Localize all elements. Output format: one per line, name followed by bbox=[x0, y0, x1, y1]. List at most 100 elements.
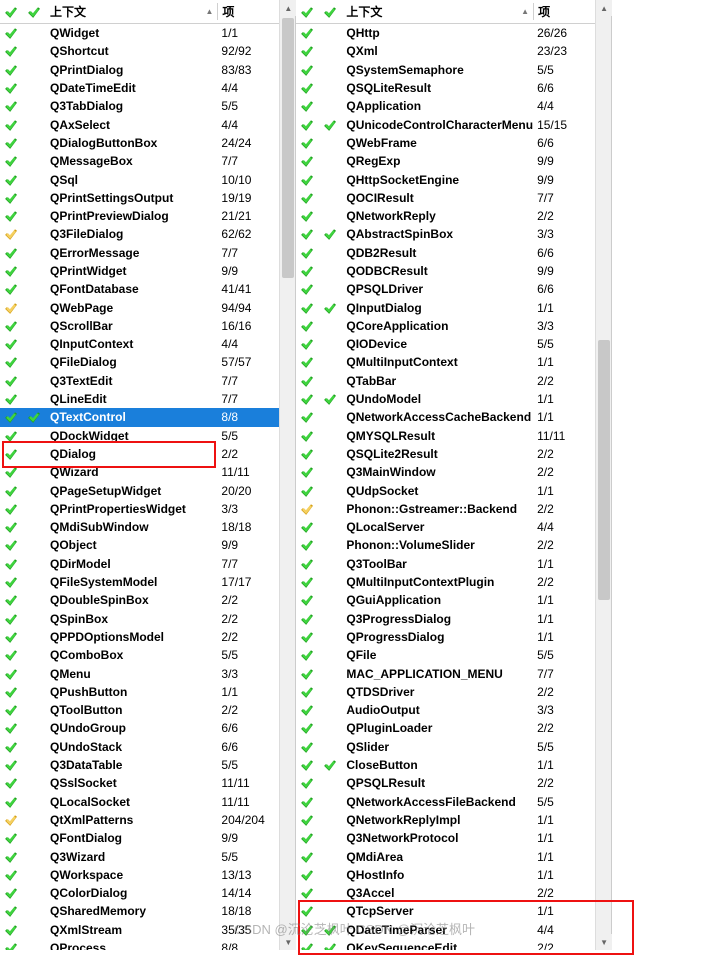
row-check1[interactable] bbox=[0, 319, 22, 333]
row-check1[interactable] bbox=[296, 227, 318, 241]
row-check1[interactable] bbox=[0, 813, 22, 827]
row-check1[interactable] bbox=[296, 703, 318, 717]
row-check1[interactable] bbox=[0, 703, 22, 717]
row-check2[interactable] bbox=[22, 191, 46, 205]
row-check2[interactable] bbox=[22, 26, 46, 40]
row-check1[interactable] bbox=[296, 484, 318, 498]
row-check1[interactable] bbox=[296, 44, 318, 58]
table-row[interactable]: QWorkspace13/13 bbox=[0, 866, 295, 884]
table-row[interactable]: QLocalSocket11/11 bbox=[0, 792, 295, 810]
row-check1[interactable] bbox=[0, 648, 22, 662]
header-check1[interactable] bbox=[296, 5, 318, 19]
row-check2[interactable] bbox=[22, 721, 46, 735]
table-row[interactable]: QPrintSettingsOutput19/19 bbox=[0, 189, 295, 207]
row-check2[interactable] bbox=[22, 648, 46, 662]
table-row[interactable]: QSslSocket11/11 bbox=[0, 774, 295, 792]
table-row[interactable]: QXmlStream35/35 bbox=[0, 921, 295, 939]
table-row[interactable]: QDockWidget5/5 bbox=[0, 427, 295, 445]
row-check2[interactable] bbox=[22, 740, 46, 754]
row-check1[interactable] bbox=[296, 154, 318, 168]
row-check1[interactable] bbox=[0, 154, 22, 168]
row-check1[interactable] bbox=[0, 886, 22, 900]
table-row[interactable]: QAbstractSpinBox3/3 bbox=[296, 225, 611, 243]
row-check1[interactable] bbox=[296, 886, 318, 900]
row-check2[interactable] bbox=[318, 173, 342, 187]
row-check1[interactable] bbox=[0, 410, 22, 424]
row-check1[interactable] bbox=[296, 392, 318, 406]
table-row[interactable]: QColorDialog14/14 bbox=[0, 884, 295, 902]
table-row[interactable]: QSql10/10 bbox=[0, 170, 295, 188]
row-check1[interactable] bbox=[296, 721, 318, 735]
row-check2[interactable] bbox=[318, 374, 342, 388]
row-check2[interactable] bbox=[22, 173, 46, 187]
row-check2[interactable] bbox=[318, 502, 342, 516]
left-body[interactable]: QWidget1/1QShortcut92/92QPrintDialog83/8… bbox=[0, 24, 295, 950]
table-row[interactable]: QDirModel7/7 bbox=[0, 555, 295, 573]
table-row[interactable]: QLocalServer4/4 bbox=[296, 518, 611, 536]
table-row[interactable]: Q3TextEdit7/7 bbox=[0, 372, 295, 390]
table-row[interactable]: QShortcut92/92 bbox=[0, 42, 295, 60]
row-check1[interactable] bbox=[296, 593, 318, 607]
row-check1[interactable] bbox=[0, 209, 22, 223]
row-check2[interactable] bbox=[22, 941, 46, 950]
table-row[interactable]: Q3DataTable5/5 bbox=[0, 756, 295, 774]
row-check1[interactable] bbox=[296, 465, 318, 479]
row-check1[interactable] bbox=[296, 374, 318, 388]
row-check2[interactable] bbox=[22, 923, 46, 937]
row-check1[interactable] bbox=[296, 355, 318, 369]
row-check2[interactable] bbox=[22, 447, 46, 461]
table-row[interactable]: QOCIResult7/7 bbox=[296, 189, 611, 207]
row-check1[interactable] bbox=[296, 850, 318, 864]
table-row[interactable]: QPrintPreviewDialog21/21 bbox=[0, 207, 295, 225]
row-check1[interactable] bbox=[0, 282, 22, 296]
scroll-thumb[interactable] bbox=[598, 340, 610, 600]
row-check1[interactable] bbox=[0, 447, 22, 461]
row-check1[interactable] bbox=[0, 465, 22, 479]
row-check2[interactable] bbox=[22, 118, 46, 132]
row-check2[interactable] bbox=[318, 264, 342, 278]
row-check1[interactable] bbox=[0, 758, 22, 772]
row-check1[interactable] bbox=[296, 813, 318, 827]
row-check2[interactable] bbox=[318, 227, 342, 241]
row-check2[interactable] bbox=[318, 246, 342, 260]
table-row[interactable]: Q3FileDialog62/62 bbox=[0, 225, 295, 243]
row-check1[interactable] bbox=[0, 502, 22, 516]
row-check2[interactable] bbox=[318, 923, 342, 937]
row-check2[interactable] bbox=[22, 850, 46, 864]
row-check1[interactable] bbox=[296, 118, 318, 132]
row-check1[interactable] bbox=[0, 904, 22, 918]
table-row[interactable]: QPluginLoader2/2 bbox=[296, 719, 611, 737]
table-row[interactable]: QHttpSocketEngine9/9 bbox=[296, 170, 611, 188]
table-row[interactable]: QLineEdit7/7 bbox=[0, 390, 295, 408]
row-check2[interactable] bbox=[318, 721, 342, 735]
right-body[interactable]: QHttp26/26QXml23/23QSystemSemaphore5/5QS… bbox=[296, 24, 611, 950]
row-check1[interactable] bbox=[0, 538, 22, 552]
header-check2[interactable] bbox=[22, 5, 46, 19]
table-row[interactable]: QScrollBar16/16 bbox=[0, 317, 295, 335]
row-check1[interactable] bbox=[0, 44, 22, 58]
header-check1[interactable] bbox=[0, 5, 22, 19]
table-row[interactable]: QXml23/23 bbox=[296, 42, 611, 60]
table-row[interactable]: QSQLiteResult6/6 bbox=[296, 79, 611, 97]
row-check2[interactable] bbox=[22, 813, 46, 827]
row-check2[interactable] bbox=[22, 703, 46, 717]
row-check1[interactable] bbox=[0, 923, 22, 937]
row-check1[interactable] bbox=[0, 575, 22, 589]
row-check2[interactable] bbox=[318, 538, 342, 552]
table-row[interactable]: QTcpServer1/1 bbox=[296, 902, 611, 920]
table-row[interactable]: Q3ToolBar1/1 bbox=[296, 555, 611, 573]
table-row[interactable]: QRegExp9/9 bbox=[296, 152, 611, 170]
row-check1[interactable] bbox=[0, 795, 22, 809]
table-row[interactable]: AudioOutput3/3 bbox=[296, 701, 611, 719]
row-check2[interactable] bbox=[318, 26, 342, 40]
row-check2[interactable] bbox=[22, 337, 46, 351]
row-check1[interactable] bbox=[0, 81, 22, 95]
row-check2[interactable] bbox=[22, 776, 46, 790]
row-check1[interactable] bbox=[296, 319, 318, 333]
row-check1[interactable] bbox=[296, 246, 318, 260]
row-check1[interactable] bbox=[0, 630, 22, 644]
table-row[interactable]: QCoreApplication3/3 bbox=[296, 317, 611, 335]
row-check2[interactable] bbox=[318, 81, 342, 95]
row-check2[interactable] bbox=[318, 154, 342, 168]
table-row[interactable]: QWebPage94/94 bbox=[0, 298, 295, 316]
